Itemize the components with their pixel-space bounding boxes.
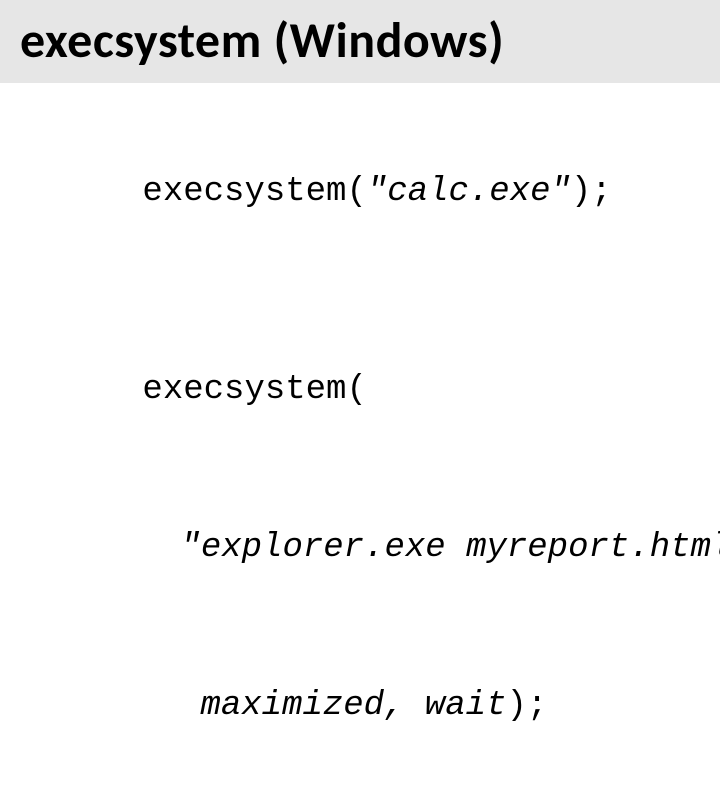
code-line-4: maximized, wait); <box>20 627 700 785</box>
code-end-4: ); <box>506 687 547 725</box>
code-line-3: "explorer.exe myreport.html", <box>20 469 700 627</box>
code-arg-4: maximized, wait <box>200 687 506 725</box>
slide-title: execsystem (Windows) <box>20 10 504 71</box>
title-bar: execsystem (Windows) <box>0 0 720 83</box>
code-end-1: ); <box>571 173 612 211</box>
slide-body: execsystem("calc.exe"); execsystem( "exp… <box>0 83 720 785</box>
code-func-2: execsystem( <box>142 371 366 409</box>
code-func-1: execsystem( <box>142 173 366 211</box>
spacer <box>20 271 700 311</box>
slide: execsystem (Windows) execsystem("calc.ex… <box>0 0 720 540</box>
code-line-2: execsystem( <box>20 311 700 469</box>
code-arg-1: "calc.exe" <box>367 173 571 211</box>
code-arg-3: "explorer.exe myreport.html", <box>180 529 720 567</box>
code-line-1: execsystem("calc.exe"); <box>20 113 700 271</box>
